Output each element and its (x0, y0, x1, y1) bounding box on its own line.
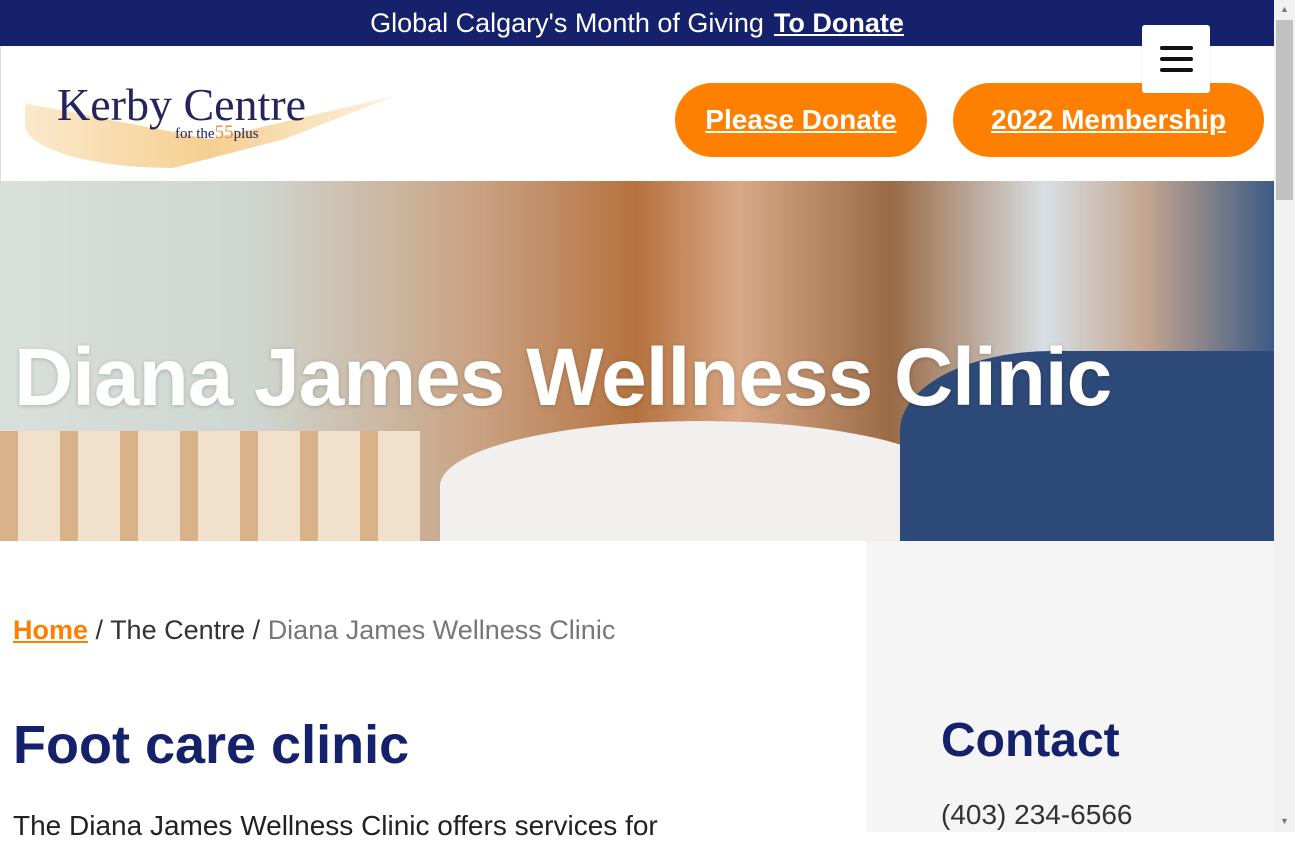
hero-image-woman (440, 421, 960, 541)
contact-heading: Contact (941, 714, 1120, 767)
breadcrumb-centre: The Centre (110, 615, 246, 645)
site-header: Kerby Centre for the55plus Please Donate… (0, 46, 1274, 181)
breadcrumb-home[interactable]: Home (13, 615, 88, 645)
kerby-centre-logo[interactable]: Kerby Centre for the55plus (25, 76, 395, 171)
hamburger-menu-button[interactable] (1142, 25, 1210, 93)
announcement-bar: Global Calgary's Month of Giving To Donat… (0, 0, 1274, 46)
to-donate-link[interactable]: To Donate (774, 8, 904, 38)
scrollbar-thumb[interactable] (1276, 20, 1293, 200)
announcement-text: Global Calgary's Month of Giving (370, 8, 764, 38)
hero-image-background (0, 431, 420, 541)
logo-tagline: for the55plus (175, 122, 259, 143)
contact-phone[interactable]: (403) 234-6566 (941, 799, 1132, 831)
breadcrumb: Home / The Centre / Diana James Wellness… (13, 615, 616, 645)
intro-paragraph: The Diana James Wellness Clinic offers s… (13, 810, 658, 841)
membership-button[interactable]: 2022 Membership (953, 83, 1264, 157)
scroll-down-icon[interactable]: ▼ (1280, 816, 1289, 826)
breadcrumb-current: Diana James Wellness Clinic (267, 615, 616, 645)
page-title: Diana James Wellness Clinic (14, 332, 1112, 423)
section-heading: Foot care clinic (13, 715, 410, 775)
hero-banner: Diana James Wellness Clinic (0, 181, 1274, 541)
scrollbar[interactable]: ▲ ▼ (1274, 0, 1295, 832)
menu-icon (1159, 46, 1193, 50)
scroll-up-icon[interactable]: ▲ (1280, 4, 1289, 14)
please-donate-button[interactable]: Please Donate (675, 83, 927, 157)
contact-sidebar (866, 541, 1274, 832)
